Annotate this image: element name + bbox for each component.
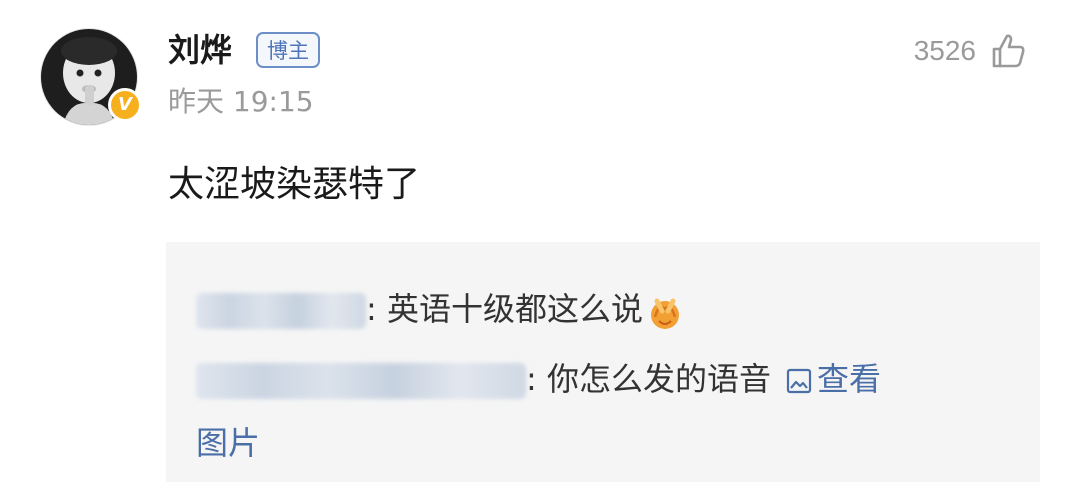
reply-text: 英语十级都这么说: [386, 290, 643, 328]
reply-separator: :: [366, 290, 377, 328]
reply-text: 你怎么发的语音: [546, 360, 771, 398]
hands-together-emoji: [650, 298, 679, 329]
author-name[interactable]: 刘烨: [168, 26, 232, 74]
reply-list[interactable]: : 英语十级都这么说 : 你怎么发的语音 查看 图片: [166, 242, 1040, 482]
view-image-link-continued[interactable]: 图片: [196, 418, 260, 468]
like-button[interactable]: 3526: [914, 26, 1028, 76]
comment-body: 太涩坡染瑟特了: [168, 164, 421, 205]
reply-author-redacted: [196, 363, 526, 399]
like-count: 3526: [913, 35, 976, 66]
role-badge: 博主: [256, 32, 320, 68]
reply-item[interactable]: : 你怎么发的语音 查看: [196, 354, 881, 404]
reply-item[interactable]: : 英语十级都这么说: [196, 284, 685, 334]
view-image-link[interactable]: 查看: [817, 360, 881, 398]
comment-timestamp: 昨天 19:15: [168, 85, 314, 118]
image-icon[interactable]: [785, 367, 813, 395]
verified-icon: V: [108, 88, 142, 122]
reply-author-redacted: [196, 293, 366, 329]
view-image-link-text[interactable]: 图片: [196, 424, 260, 462]
reply-separator: :: [526, 360, 537, 398]
avatar-container[interactable]: V: [40, 28, 142, 128]
thumbs-up-icon[interactable]: [988, 31, 1028, 71]
